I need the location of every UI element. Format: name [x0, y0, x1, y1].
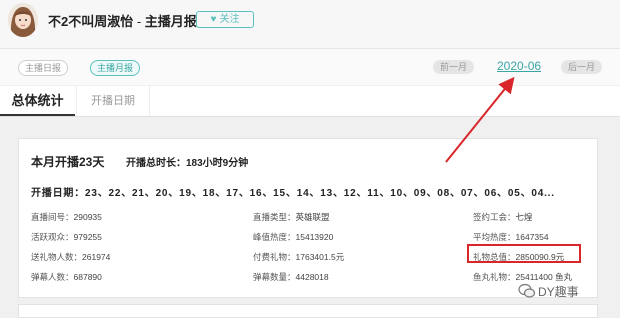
watermark: DY趣事: [518, 283, 579, 302]
wechat-icon: [518, 283, 536, 302]
annotation-arrow: [445, 76, 515, 163]
watermark-text: DY趣事: [538, 285, 579, 299]
arrow-line: [445, 76, 515, 163]
